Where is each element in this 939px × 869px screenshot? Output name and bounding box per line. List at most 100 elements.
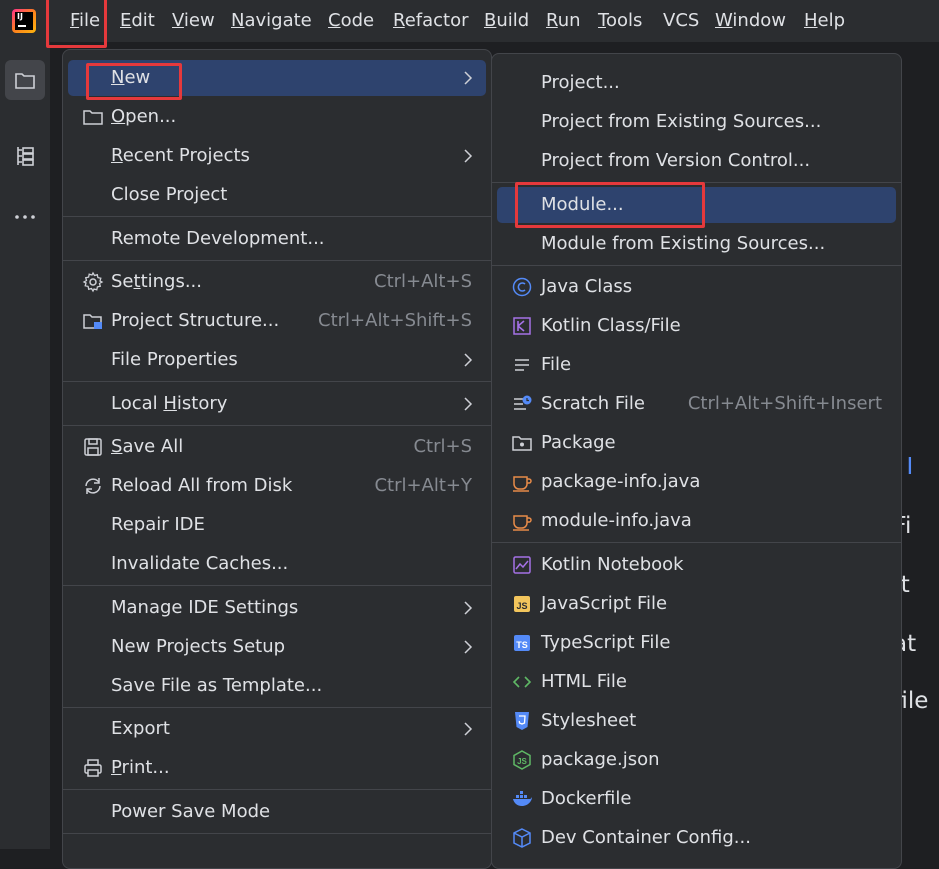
menu-item-dev-container-config[interactable]: Dev Container Config... xyxy=(497,820,896,856)
menu-item-new-project[interactable]: Project... xyxy=(497,65,896,101)
menu-item-label: Print... xyxy=(111,757,170,778)
menu-item-project-structure[interactable]: Project Structure... Ctrl+Alt+Shift+S xyxy=(68,303,486,339)
menu-item-package-json[interactable]: JS package.json xyxy=(497,742,896,778)
chevron-right-icon xyxy=(464,71,473,85)
save-icon xyxy=(84,438,102,456)
menu-item-repair-ide[interactable]: Repair IDE xyxy=(68,507,486,543)
menu-item-settings[interactable]: Settings... Ctrl+Alt+S xyxy=(68,264,486,300)
menu-item-typescript-file[interactable]: TS TypeScript File xyxy=(497,625,896,661)
folder-icon xyxy=(15,73,35,89)
menu-item-manage-ide-settings[interactable]: Manage IDE Settings xyxy=(68,590,486,626)
menu-run[interactable]: Run xyxy=(546,9,581,33)
menu-item-label: File Properties xyxy=(111,349,238,370)
menu-item-file[interactable]: File xyxy=(497,347,896,383)
menu-item-label: Reload All from Disk xyxy=(111,475,293,496)
menu-item-save-all[interactable]: Save All Ctrl+S xyxy=(68,429,486,465)
more-icon xyxy=(15,215,35,219)
menu-item-close-project[interactable]: Close Project xyxy=(68,177,486,213)
menu-item-invalidate-caches[interactable]: Invalidate Caches... xyxy=(68,546,486,582)
dev-container-icon xyxy=(513,828,531,848)
menu-item-label: Close Project xyxy=(111,184,228,205)
project-structure-icon xyxy=(83,314,102,329)
menu-item-label: Remote Development... xyxy=(111,228,325,249)
menu-item-label: Project... xyxy=(541,72,620,93)
menu-item-kotlin-notebook[interactable]: Kotlin Notebook xyxy=(497,547,896,583)
menu-edit[interactable]: Edit xyxy=(120,9,155,33)
menu-item-remote-development[interactable]: Remote Development... xyxy=(68,221,486,257)
menu-navigate[interactable]: Navigate xyxy=(231,9,312,33)
more-tools-button[interactable] xyxy=(5,197,45,237)
menu-item-label: package.json xyxy=(541,749,660,770)
menu-item-javascript-file[interactable]: JS JavaScript File xyxy=(497,586,896,622)
menu-item-module-info-java[interactable]: module-info.java xyxy=(497,503,896,539)
menu-item-label: Project from Version Control... xyxy=(541,150,811,171)
shortcut-label: Ctrl+Alt+Shift+Insert xyxy=(687,393,882,414)
intellij-logo-icon[interactable]: IJ xyxy=(12,9,36,33)
menu-item-package[interactable]: Package xyxy=(497,425,896,461)
menu-item-java-class[interactable]: Java Class xyxy=(497,269,896,305)
menu-item-label: File xyxy=(541,354,572,375)
chevron-right-icon xyxy=(464,353,473,367)
menu-item-recent-projects[interactable]: Recent Projects xyxy=(68,138,486,174)
menu-separator xyxy=(492,542,901,543)
typescript-icon: TS xyxy=(514,635,530,651)
highlight-box-new xyxy=(86,63,182,100)
menu-item-label: Power Save Mode xyxy=(111,801,271,822)
menu-vcs[interactable]: VCS xyxy=(663,9,699,33)
menu-separator xyxy=(63,833,491,834)
menu-item-label: Invalidate Caches... xyxy=(111,553,289,574)
file-menu-popup: New Open... Recent Projects Close Projec… xyxy=(62,49,492,869)
tool-window-strip xyxy=(0,42,50,849)
chevron-right-icon xyxy=(464,149,473,163)
menu-item-stylesheet[interactable]: Stylesheet xyxy=(497,703,896,739)
project-tool-button[interactable] xyxy=(5,60,45,100)
reload-icon xyxy=(85,478,101,494)
menu-view[interactable]: View xyxy=(172,9,215,33)
menu-window[interactable]: Window xyxy=(715,9,786,33)
shortcut-label: Ctrl+Alt+S xyxy=(374,271,472,292)
menu-item-power-save-mode[interactable]: Power Save Mode xyxy=(68,794,486,830)
menu-item-kotlin-class[interactable]: Kotlin Class/File xyxy=(497,308,896,344)
chevron-right-icon xyxy=(464,601,473,615)
menu-item-label: Local History xyxy=(111,393,228,414)
menu-item-reload-all[interactable]: Reload All from Disk Ctrl+Alt+Y xyxy=(68,468,486,504)
menu-item-label: Save File as Template... xyxy=(111,675,323,696)
menu-item-print[interactable]: Print... xyxy=(68,750,486,786)
chevron-right-icon xyxy=(464,397,473,411)
menu-help[interactable]: Help xyxy=(804,9,845,33)
menu-item-save-file-as-template[interactable]: Save File as Template... xyxy=(68,668,486,704)
menu-item-local-history[interactable]: Local History xyxy=(68,386,486,422)
kotlin-icon xyxy=(513,317,531,335)
package-icon xyxy=(512,436,532,451)
menu-item-html-file[interactable]: HTML File xyxy=(497,664,896,700)
menu-item-new-projects-setup[interactable]: New Projects Setup xyxy=(68,629,486,665)
menu-item-project-from-existing-sources[interactable]: Project from Existing Sources... xyxy=(497,104,896,140)
menu-item-file-properties[interactable]: File Properties xyxy=(68,342,486,378)
gear-icon xyxy=(82,271,104,293)
menu-build[interactable]: Build xyxy=(484,9,529,33)
java-class-icon xyxy=(512,277,532,297)
menu-item-label: Java Class xyxy=(541,276,633,297)
menu-item-open[interactable]: Open... xyxy=(68,99,486,135)
menu-refactor[interactable]: Refactor xyxy=(393,9,469,33)
menu-item-label: Kotlin Notebook xyxy=(541,554,684,575)
menu-item-project-from-vcs[interactable]: Project from Version Control... xyxy=(497,143,896,179)
scratch-file-icon xyxy=(514,395,532,410)
menu-item-label: Package xyxy=(541,432,616,453)
menu-separator xyxy=(63,789,491,790)
menu-item-export[interactable]: Export xyxy=(68,711,486,747)
shortcut-label: Ctrl+Alt+Y xyxy=(374,475,472,496)
menu-separator xyxy=(63,216,491,217)
menu-item-package-info-java[interactable]: package-info.java xyxy=(497,464,896,500)
menu-item-scratch-file[interactable]: Scratch File Ctrl+Alt+Shift+Insert xyxy=(497,386,896,422)
menu-item-dockerfile[interactable]: Dockerfile xyxy=(497,781,896,817)
menu-separator xyxy=(63,381,491,382)
menu-separator xyxy=(63,585,491,586)
kotlin-notebook-icon xyxy=(513,556,531,574)
structure-tool-button[interactable] xyxy=(5,136,45,176)
menu-item-module-from-existing-sources[interactable]: Module from Existing Sources... xyxy=(497,226,896,262)
menu-code[interactable]: Code xyxy=(328,9,374,33)
menu-tools[interactable]: Tools xyxy=(598,9,642,33)
chevron-right-icon xyxy=(464,722,473,736)
menu-item-label: Kotlin Class/File xyxy=(541,315,681,336)
